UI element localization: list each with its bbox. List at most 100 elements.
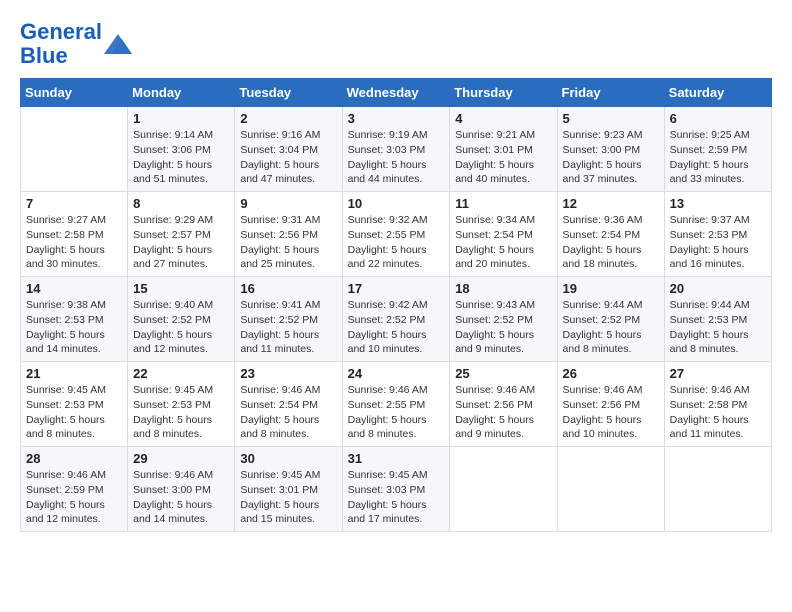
day-number: 17 [348,281,445,296]
day-cell: 23 Sunrise: 9:46 AM Sunset: 2:54 PM Dayli… [235,362,342,447]
calendar-table: SundayMondayTuesdayWednesdayThursdayFrid… [20,78,772,532]
day-info: Sunrise: 9:46 AM Sunset: 3:00 PM Dayligh… [133,468,229,527]
day-cell: 30Sunrise: 9:45 AM Sunset: 3:01 PM Dayli… [235,447,342,532]
day-info: Sunrise: 9:45 AM Sunset: 2:53 PM Dayligh… [133,383,229,442]
day-info: Sunrise: 9:46 AM Sunset: 2:58 PM Dayligh… [670,383,766,442]
day-number: 16 [240,281,336,296]
day-header-saturday: Saturday [664,79,771,107]
day-cell: 10 Sunrise: 9:32 AM Sunset: 2:55 PM Dayli… [342,192,450,277]
day-header-wednesday: Wednesday [342,79,450,107]
day-number: 14 [26,281,122,296]
day-header-sunday: Sunday [21,79,128,107]
day-info: Sunrise: 9:14 AM Sunset: 3:06 PM Dayligh… [133,128,229,187]
day-cell: 29 Sunrise: 9:46 AM Sunset: 3:00 PM Dayli… [128,447,235,532]
day-info: Sunrise: 9:31 AM Sunset: 2:56 PM Dayligh… [240,213,336,272]
day-info: Sunrise: 9:29 AM Sunset: 2:57 PM Dayligh… [133,213,229,272]
day-number: 20 [670,281,766,296]
day-cell: 15Sunrise: 9:40 AM Sunset: 2:52 PM Dayli… [128,277,235,362]
day-cell: 1 Sunrise: 9:14 AM Sunset: 3:06 PM Daylig… [128,107,235,192]
day-cell: 25 Sunrise: 9:46 AM Sunset: 2:56 PM Dayli… [450,362,557,447]
day-cell: 7 Sunrise: 9:27 AM Sunset: 2:58 PM Daylig… [21,192,128,277]
day-info: Sunrise: 9:27 AM Sunset: 2:58 PM Dayligh… [26,213,122,272]
day-number: 11 [455,196,551,211]
day-info: Sunrise: 9:45 AM Sunset: 3:03 PM Dayligh… [348,468,445,527]
day-cell: 12 Sunrise: 9:36 AM Sunset: 2:54 PM Dayli… [557,192,664,277]
day-number: 24 [348,366,445,381]
day-number: 1 [133,111,229,126]
day-cell: 6 Sunrise: 9:25 AM Sunset: 2:59 PM Daylig… [664,107,771,192]
day-number: 23 [240,366,336,381]
day-info: Sunrise: 9:34 AM Sunset: 2:54 PM Dayligh… [455,213,551,272]
day-header-monday: Monday [128,79,235,107]
day-cell: 27 Sunrise: 9:46 AM Sunset: 2:58 PM Dayli… [664,362,771,447]
page-header: GeneralBlue [20,20,772,68]
day-info: Sunrise: 9:36 AM Sunset: 2:54 PM Dayligh… [563,213,659,272]
day-number: 22 [133,366,229,381]
day-cell [664,447,771,532]
day-info: Sunrise: 9:46 AM Sunset: 2:54 PM Dayligh… [240,383,336,442]
day-header-thursday: Thursday [450,79,557,107]
day-cell: 20 Sunrise: 9:44 AM Sunset: 2:53 PM Dayli… [664,277,771,362]
day-number: 25 [455,366,551,381]
day-number: 6 [670,111,766,126]
day-info: Sunrise: 9:45 AM Sunset: 2:53 PM Dayligh… [26,383,122,442]
day-cell: 9 Sunrise: 9:31 AM Sunset: 2:56 PM Daylig… [235,192,342,277]
day-info: Sunrise: 9:25 AM Sunset: 2:59 PM Dayligh… [670,128,766,187]
calendar-header-row: SundayMondayTuesdayWednesdayThursdayFrid… [21,79,772,107]
day-number: 12 [563,196,659,211]
day-number: 18 [455,281,551,296]
day-number: 4 [455,111,551,126]
day-cell: 31 Sunrise: 9:45 AM Sunset: 3:03 PM Dayli… [342,447,450,532]
day-cell: 21 Sunrise: 9:45 AM Sunset: 2:53 PM Dayli… [21,362,128,447]
day-info: Sunrise: 9:44 AM Sunset: 2:52 PM Dayligh… [563,298,659,357]
day-info: Sunrise: 9:46 AM Sunset: 2:59 PM Dayligh… [26,468,122,527]
day-cell [557,447,664,532]
day-number: 9 [240,196,336,211]
day-number: 26 [563,366,659,381]
day-cell: 8Sunrise: 9:29 AM Sunset: 2:57 PM Daylig… [128,192,235,277]
day-number: 3 [348,111,445,126]
day-cell: 18 Sunrise: 9:43 AM Sunset: 2:52 PM Dayli… [450,277,557,362]
day-number: 2 [240,111,336,126]
week-row-3: 14Sunrise: 9:38 AM Sunset: 2:53 PM Dayli… [21,277,772,362]
day-cell: 13 Sunrise: 9:37 AM Sunset: 2:53 PM Dayli… [664,192,771,277]
day-number: 21 [26,366,122,381]
day-info: Sunrise: 9:46 AM Sunset: 2:56 PM Dayligh… [455,383,551,442]
day-number: 28 [26,451,122,466]
day-info: Sunrise: 9:41 AM Sunset: 2:52 PM Dayligh… [240,298,336,357]
day-cell: 22 Sunrise: 9:45 AM Sunset: 2:53 PM Dayli… [128,362,235,447]
day-info: Sunrise: 9:44 AM Sunset: 2:53 PM Dayligh… [670,298,766,357]
day-cell: 28 Sunrise: 9:46 AM Sunset: 2:59 PM Dayli… [21,447,128,532]
day-header-tuesday: Tuesday [235,79,342,107]
day-number: 10 [348,196,445,211]
logo-icon [104,34,132,54]
day-cell: 2 Sunrise: 9:16 AM Sunset: 3:04 PM Daylig… [235,107,342,192]
day-info: Sunrise: 9:23 AM Sunset: 3:00 PM Dayligh… [563,128,659,187]
day-info: Sunrise: 9:43 AM Sunset: 2:52 PM Dayligh… [455,298,551,357]
day-number: 31 [348,451,445,466]
day-cell: 4Sunrise: 9:21 AM Sunset: 3:01 PM Daylig… [450,107,557,192]
week-row-2: 7 Sunrise: 9:27 AM Sunset: 2:58 PM Daylig… [21,192,772,277]
week-row-1: 1 Sunrise: 9:14 AM Sunset: 3:06 PM Daylig… [21,107,772,192]
day-info: Sunrise: 9:32 AM Sunset: 2:55 PM Dayligh… [348,213,445,272]
day-number: 7 [26,196,122,211]
day-info: Sunrise: 9:46 AM Sunset: 2:56 PM Dayligh… [563,383,659,442]
day-info: Sunrise: 9:19 AM Sunset: 3:03 PM Dayligh… [348,128,445,187]
day-cell: 5 Sunrise: 9:23 AM Sunset: 3:00 PM Daylig… [557,107,664,192]
day-number: 5 [563,111,659,126]
day-number: 13 [670,196,766,211]
day-info: Sunrise: 9:37 AM Sunset: 2:53 PM Dayligh… [670,213,766,272]
day-cell [450,447,557,532]
day-cell: 16 Sunrise: 9:41 AM Sunset: 2:52 PM Dayli… [235,277,342,362]
day-info: Sunrise: 9:45 AM Sunset: 3:01 PM Dayligh… [240,468,336,527]
week-row-4: 21 Sunrise: 9:45 AM Sunset: 2:53 PM Dayli… [21,362,772,447]
day-number: 27 [670,366,766,381]
day-info: Sunrise: 9:16 AM Sunset: 3:04 PM Dayligh… [240,128,336,187]
logo: GeneralBlue [20,20,132,68]
day-header-friday: Friday [557,79,664,107]
day-number: 29 [133,451,229,466]
day-info: Sunrise: 9:46 AM Sunset: 2:55 PM Dayligh… [348,383,445,442]
day-cell [21,107,128,192]
day-cell: 19 Sunrise: 9:44 AM Sunset: 2:52 PM Dayli… [557,277,664,362]
day-number: 19 [563,281,659,296]
